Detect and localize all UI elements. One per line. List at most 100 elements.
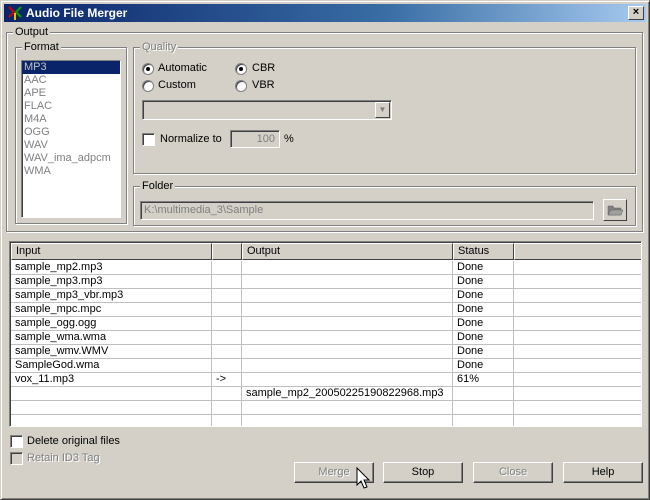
- close-icon: ×: [632, 6, 640, 18]
- cell-status: Done: [453, 317, 514, 331]
- format-item-wav-ima-adpcm[interactable]: WAV_ima_adpcm: [22, 152, 120, 165]
- cell-filler: [514, 387, 641, 401]
- cell-arrow: [212, 289, 242, 303]
- table-row[interactable]: SampleGod.wma Done: [11, 359, 641, 373]
- format-item-ape[interactable]: APE: [22, 87, 120, 100]
- cell-output: [242, 317, 453, 331]
- folder-group: Folder K:\multimedia_3\Sample: [133, 180, 636, 226]
- cbr-radio[interactable]: [235, 63, 247, 75]
- close-button[interactable]: Close: [473, 462, 553, 483]
- vbr-radio[interactable]: [235, 80, 247, 92]
- cell-input: [11, 401, 212, 415]
- cell-arrow: [212, 331, 242, 345]
- format-item-m4a[interactable]: M4A: [22, 113, 120, 126]
- output-group-label: Output: [13, 26, 51, 38]
- format-group-label: Format: [22, 41, 61, 53]
- cell-filler: [514, 359, 641, 373]
- delete-original-checkbox[interactable]: [10, 435, 23, 448]
- quality-group: Quality Automatic Custom CBR VBR ▼ Norma…: [133, 41, 636, 174]
- output-group: Output Format MP3 AAC APE FLAC M4A OGG W…: [6, 26, 643, 232]
- cbr-label[interactable]: CBR: [252, 62, 275, 74]
- cell-filler: [514, 289, 641, 303]
- stop-button[interactable]: Stop: [383, 462, 463, 483]
- cell-arrow: [212, 275, 242, 289]
- cell-arrow: [212, 401, 242, 415]
- cell-status: Done: [453, 331, 514, 345]
- close-window-button[interactable]: ×: [628, 6, 644, 20]
- folder-group-label: Folder: [140, 180, 176, 192]
- table-row[interactable]: vox_11.mp3 -> 61%: [11, 373, 641, 387]
- cell-input: [11, 387, 212, 401]
- column-header-status[interactable]: Status: [453, 243, 514, 260]
- cell-status: Done: [453, 275, 514, 289]
- quality-group-label: Quality: [140, 41, 179, 53]
- table-row[interactable]: sample_wmv.WMV Done: [11, 345, 641, 359]
- format-item-flac[interactable]: FLAC: [22, 100, 120, 113]
- table-row[interactable]: [11, 415, 641, 426]
- format-list[interactable]: MP3 AAC APE FLAC M4A OGG WAV WAV_ima_adp…: [21, 60, 121, 218]
- table-row[interactable]: sample_mpc.mpc Done: [11, 303, 641, 317]
- cell-filler: [514, 317, 641, 331]
- retain-id3-checkbox[interactable]: [10, 452, 23, 465]
- cell-input: [11, 415, 212, 426]
- automatic-radio[interactable]: [142, 63, 154, 75]
- cell-arrow: [212, 415, 242, 426]
- format-item-ogg[interactable]: OGG: [22, 126, 120, 139]
- folder-path: K:\multimedia_3\Sample: [144, 204, 264, 216]
- retain-id3-label[interactable]: Retain ID3 Tag: [27, 452, 100, 464]
- vbr-label[interactable]: VBR: [252, 79, 275, 91]
- cell-status: 61%: [453, 373, 514, 387]
- format-item-aac[interactable]: AAC: [22, 74, 120, 87]
- normalize-value-field[interactable]: 100: [230, 130, 280, 148]
- cell-status: Done: [453, 261, 514, 275]
- format-item-wma[interactable]: WMA: [22, 165, 120, 178]
- cell-input: SampleGod.wma: [11, 359, 212, 373]
- format-item-wav[interactable]: WAV: [22, 139, 120, 152]
- chevron-down-icon[interactable]: ▼: [375, 102, 390, 118]
- bitrate-combo[interactable]: ▼: [142, 100, 392, 120]
- cell-arrow: [212, 359, 242, 373]
- file-table[interactable]: Input Output Status sample_mp2.mp3 Done sa…: [9, 241, 642, 427]
- cell-arrow: [212, 387, 242, 401]
- table-row[interactable]: sample_mp2_20050225190822968.mp3: [11, 387, 641, 401]
- folder-path-field[interactable]: K:\multimedia_3\Sample: [140, 201, 594, 220]
- column-header-arrow[interactable]: [212, 243, 242, 260]
- cell-output: [242, 303, 453, 317]
- cell-output: [242, 289, 453, 303]
- cell-input: sample_ogg.ogg: [11, 317, 212, 331]
- cell-arrow: [212, 303, 242, 317]
- column-header-input[interactable]: Input: [11, 243, 212, 260]
- title-bar[interactable]: Audio File Merger ×: [4, 4, 646, 22]
- custom-radio[interactable]: [142, 80, 154, 92]
- browse-folder-button[interactable]: [603, 199, 627, 221]
- help-button[interactable]: Help: [563, 462, 643, 483]
- table-row[interactable]: sample_mp2.mp3 Done: [11, 261, 641, 275]
- table-row[interactable]: [11, 401, 641, 415]
- cell-output: [242, 261, 453, 275]
- table-row[interactable]: sample_ogg.ogg Done: [11, 317, 641, 331]
- column-header-output[interactable]: Output: [242, 243, 453, 260]
- cell-status: Done: [453, 303, 514, 317]
- cell-status: Done: [453, 289, 514, 303]
- automatic-label[interactable]: Automatic: [158, 62, 207, 74]
- normalize-checkbox[interactable]: [142, 133, 155, 146]
- table-header: Input Output Status: [11, 243, 641, 260]
- column-header-filler: [514, 243, 641, 260]
- cell-filler: [514, 261, 641, 275]
- table-row[interactable]: sample_mp3_vbr.mp3 Done: [11, 289, 641, 303]
- delete-original-label[interactable]: Delete original files: [27, 435, 120, 447]
- format-item-mp3[interactable]: MP3: [22, 61, 120, 74]
- cell-status: [453, 401, 514, 415]
- normalize-label[interactable]: Normalize to: [160, 133, 222, 145]
- cell-arrow: [212, 317, 242, 331]
- folder-open-icon: [607, 205, 624, 216]
- cell-status: Done: [453, 345, 514, 359]
- cell-filler: [514, 345, 641, 359]
- cell-output: [242, 373, 453, 387]
- custom-label[interactable]: Custom: [158, 79, 196, 91]
- cell-input: sample_mp3_vbr.mp3: [11, 289, 212, 303]
- table-row[interactable]: sample_wma.wma Done: [11, 331, 641, 345]
- cell-input: sample_wma.wma: [11, 331, 212, 345]
- table-row[interactable]: sample_mp3.mp3 Done: [11, 275, 641, 289]
- cell-output: sample_mp2_20050225190822968.mp3: [242, 387, 453, 401]
